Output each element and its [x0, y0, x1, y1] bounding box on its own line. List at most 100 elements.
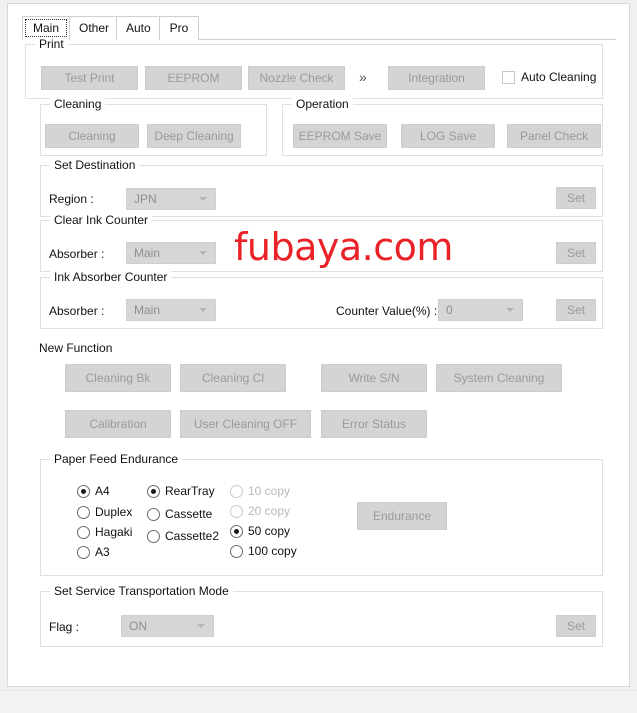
- set-destination-group: Set Destination: [40, 158, 603, 217]
- log-save-button[interactable]: LOG Save: [401, 124, 495, 148]
- eeprom-save-button[interactable]: EEPROM Save: [293, 124, 387, 148]
- radio-paper-hagaki[interactable]: Hagaki: [77, 525, 132, 539]
- counter-value-label: Counter Value(%) :: [336, 304, 438, 318]
- radio-copies-50[interactable]: 50 copy: [230, 524, 290, 538]
- endurance-label: Endurance: [372, 509, 432, 523]
- radio-icon: [230, 544, 243, 558]
- radio-icon: [147, 484, 160, 498]
- flag-value: ON: [129, 619, 147, 633]
- panel-check-button[interactable]: Panel Check: [507, 124, 601, 148]
- double-chevron-icon: »: [359, 69, 367, 85]
- cleaning-button[interactable]: Cleaning: [45, 124, 139, 148]
- system-cleaning-button[interactable]: System Cleaning: [436, 364, 562, 392]
- radio-icon: [230, 524, 243, 538]
- auto-cleaning-checkbox[interactable]: Auto Cleaning: [502, 70, 596, 84]
- radio-icon: [77, 525, 90, 539]
- radio-icon: [230, 484, 243, 498]
- radio-icon: [77, 545, 90, 559]
- paper-feed-endurance-legend: Paper Feed Endurance: [50, 452, 183, 466]
- write-sn-button[interactable]: Write S/N: [321, 364, 427, 392]
- service-tool-window: Main Other Auto Pro Print Test Print EEP…: [0, 0, 637, 713]
- ink-absorber-counter-set-button[interactable]: Set: [556, 299, 596, 321]
- user-cleaning-off-button[interactable]: User Cleaning OFF: [180, 410, 311, 438]
- nozzle-check-label: Nozzle Check: [259, 71, 334, 85]
- nozzle-check-button[interactable]: Nozzle Check: [248, 66, 345, 90]
- tab-strip: Main Other Auto Pro: [22, 16, 616, 40]
- set-destination-legend: Set Destination: [50, 158, 140, 172]
- radio-icon: [147, 529, 160, 543]
- cleaning-label: Cleaning: [68, 129, 116, 143]
- radio-icon: [77, 484, 90, 498]
- radio-icon: [77, 505, 90, 519]
- calibration-button[interactable]: Calibration: [65, 410, 171, 438]
- chevron-down-icon: [199, 308, 207, 312]
- radio-source-cassette2[interactable]: Cassette2: [147, 529, 219, 543]
- radio-copies-20-label: 20 copy: [248, 504, 291, 518]
- error-status-label: Error Status: [341, 417, 407, 431]
- error-status-button[interactable]: Error Status: [321, 410, 427, 438]
- radio-source-reartray[interactable]: RearTray: [147, 484, 215, 498]
- chevron-down-icon: [506, 308, 514, 312]
- tab-main-label: Main: [32, 21, 59, 35]
- tab-other-label: Other: [79, 21, 110, 35]
- region-label: Region :: [49, 192, 94, 206]
- radio-copies-50-label: 50 copy: [248, 524, 291, 538]
- region-dropdown[interactable]: JPN: [126, 188, 216, 210]
- integration-label: Integration: [408, 71, 465, 85]
- endurance-button[interactable]: Endurance: [357, 502, 447, 530]
- cleaning-cl-label: Cleaning Cl: [201, 371, 265, 385]
- set-destination-set-label: Set: [566, 191, 585, 205]
- transportation-mode-set-button[interactable]: Set: [556, 615, 596, 637]
- region-value: JPN: [134, 192, 157, 206]
- test-print-label: Test Print: [64, 71, 115, 85]
- tab-auto[interactable]: Auto: [116, 16, 160, 40]
- radio-source-reartray-label: RearTray: [165, 484, 215, 498]
- user-cleaning-off-label: User Cleaning OFF: [193, 417, 298, 431]
- radio-copies-100[interactable]: 100 copy: [230, 544, 297, 558]
- calibration-label: Calibration: [89, 417, 147, 431]
- cleaning-bk-button[interactable]: Cleaning Bk: [65, 364, 171, 392]
- radio-copies-20[interactable]: 20 copy: [230, 504, 290, 518]
- test-print-button[interactable]: Test Print: [41, 66, 138, 90]
- radio-paper-duplex[interactable]: Duplex: [77, 505, 132, 519]
- ink-absorber-dropdown[interactable]: Main: [126, 299, 216, 321]
- set-destination-set-button[interactable]: Set: [556, 187, 596, 209]
- write-sn-label: Write S/N: [348, 371, 400, 385]
- chevron-down-icon: [199, 251, 207, 255]
- ink-absorber-counter-legend: Ink Absorber Counter: [50, 270, 172, 284]
- transportation-mode-legend: Set Service Transportation Mode: [50, 584, 233, 598]
- print-group-legend: Print: [35, 37, 68, 51]
- tab-auto-label: Auto: [126, 21, 151, 35]
- eeprom-label: EEPROM: [167, 71, 220, 85]
- radio-paper-a3[interactable]: A3: [77, 545, 110, 559]
- ink-absorber-counter-set-label: Set: [566, 303, 585, 317]
- panel-check-label: Panel Check: [519, 129, 589, 143]
- system-cleaning-label: System Cleaning: [453, 371, 545, 385]
- integration-button[interactable]: Integration: [388, 66, 485, 90]
- cleaning-cl-button[interactable]: Cleaning Cl: [180, 364, 286, 392]
- radio-icon: [230, 504, 243, 518]
- radio-paper-a4-label: A4: [95, 484, 110, 498]
- clear-ink-absorber-dropdown[interactable]: Main: [126, 242, 216, 264]
- eeprom-button[interactable]: EEPROM: [145, 66, 242, 90]
- eeprom-save-label: EEPROM Save: [298, 129, 382, 143]
- tab-other[interactable]: Other: [69, 16, 117, 40]
- radio-paper-a4[interactable]: A4: [77, 484, 110, 498]
- radio-source-cassette-label: Cassette: [165, 507, 213, 521]
- counter-value-dropdown[interactable]: 0: [438, 299, 523, 321]
- window-bottom-strip: [0, 690, 637, 713]
- counter-value-value: 0: [446, 303, 453, 317]
- deep-cleaning-label: Deep Cleaning: [154, 129, 234, 143]
- radio-source-cassette[interactable]: Cassette: [147, 507, 212, 521]
- radio-copies-100-label: 100 copy: [248, 544, 297, 558]
- flag-label: Flag :: [49, 620, 80, 634]
- clear-ink-counter-set-button[interactable]: Set: [556, 242, 596, 264]
- flag-dropdown[interactable]: ON: [121, 615, 214, 637]
- tab-pro[interactable]: Pro: [159, 16, 199, 40]
- new-function-legend: New Function: [39, 341, 113, 355]
- radio-paper-a3-label: A3: [95, 545, 110, 559]
- log-save-label: LOG Save: [419, 129, 477, 143]
- radio-copies-10[interactable]: 10 copy: [230, 484, 290, 498]
- deep-cleaning-button[interactable]: Deep Cleaning: [147, 124, 241, 148]
- clear-ink-counter-group: Clear Ink Counter: [40, 213, 603, 272]
